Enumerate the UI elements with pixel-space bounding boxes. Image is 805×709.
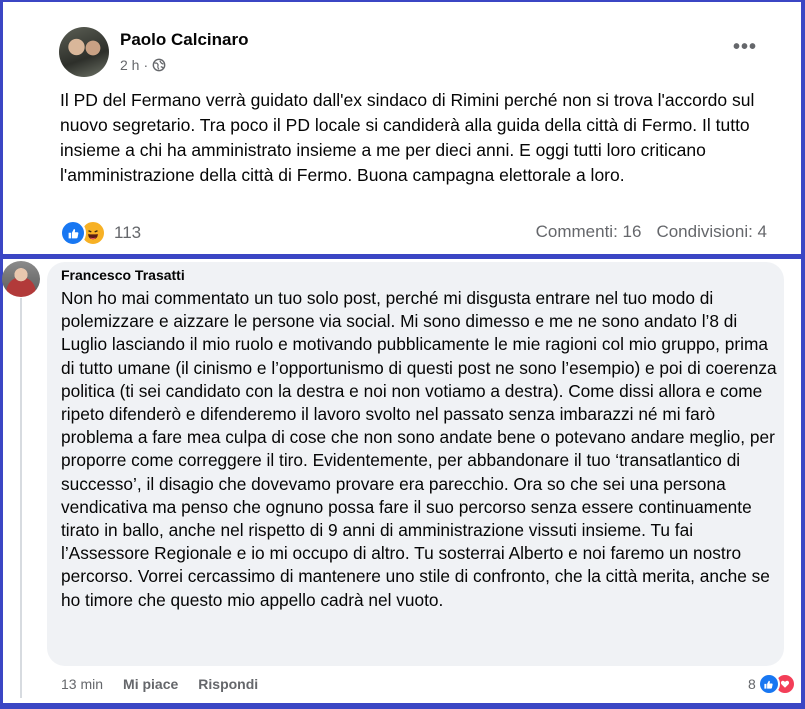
like-icon — [60, 220, 86, 246]
globe-icon[interactable] — [152, 58, 166, 72]
post-text: Il PD del Fermano verrà guidato dall'ex … — [60, 90, 755, 185]
comments-count-link[interactable]: Commenti: 16 — [536, 222, 642, 242]
post-stats: Commenti: 16 Condivisioni: 4 — [536, 222, 767, 242]
reactions-count[interactable]: 113 — [114, 223, 141, 243]
thread-line — [20, 298, 22, 698]
meta-separator: · — [143, 57, 149, 73]
author-avatar[interactable] — [59, 27, 109, 77]
comment-reactions-count: 8 — [748, 676, 756, 692]
commenter-name[interactable]: Francesco Trasatti — [61, 267, 185, 283]
comment-text: Non ho mai commentato un tuo solo post, … — [61, 288, 777, 610]
post-time[interactable]: 2 h — [120, 57, 139, 73]
post-author-name[interactable]: Paolo Calcinaro — [120, 30, 248, 50]
comment-like-button[interactable]: Mi piace — [123, 676, 178, 692]
commenter-avatar[interactable] — [2, 261, 40, 297]
post-reactions[interactable]: 113 — [60, 220, 141, 246]
post-meta: 2 h · — [120, 57, 166, 73]
comment-reactions[interactable]: 8 — [748, 673, 796, 695]
like-icon — [757, 673, 780, 695]
shares-count-link[interactable]: Condivisioni: 4 — [656, 222, 767, 242]
more-options-button[interactable]: ••• — [733, 37, 757, 57]
comment-reply-button[interactable]: Rispondi — [198, 676, 258, 692]
comment-time[interactable]: 13 min — [61, 676, 103, 692]
comment-actions: 13 min Mi piace Rispondi — [61, 676, 258, 692]
